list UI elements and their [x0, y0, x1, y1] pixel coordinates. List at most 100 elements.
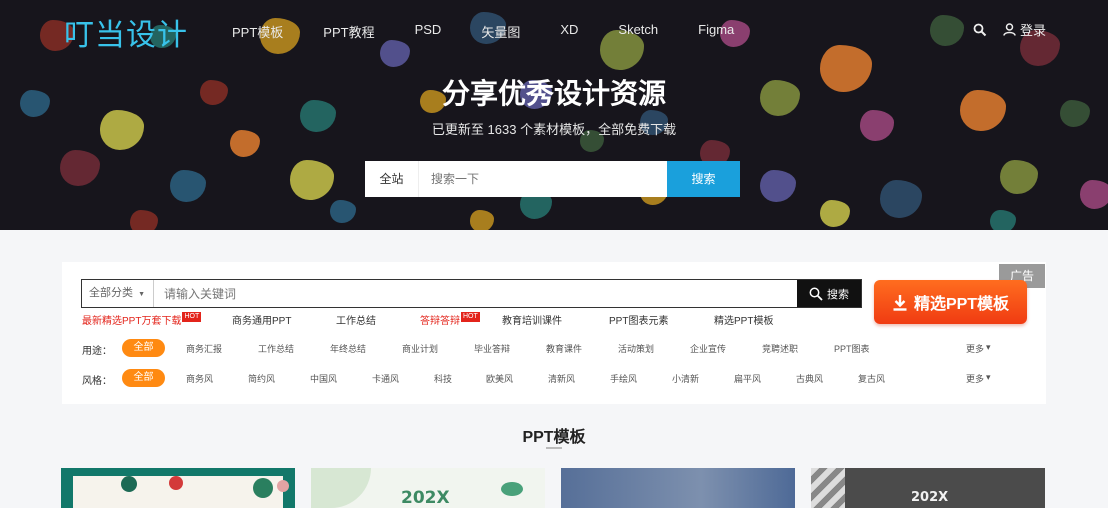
- hero-title: 分享优秀设计资源: [441, 77, 666, 110]
- user-icon[interactable]: [1003, 23, 1016, 36]
- bird-decoration: [501, 482, 523, 496]
- flower-decoration: [277, 480, 289, 492]
- hero-banner: 叮当设计 PPT模板 PPT教程 PSD 矢量图 XD Sketch Figma…: [0, 0, 1108, 230]
- filter-style-item[interactable]: 手绘风: [610, 372, 637, 385]
- section-divider: [546, 447, 562, 449]
- card-year-text: 202X: [401, 488, 450, 508]
- filter-style-item[interactable]: 中国风: [310, 372, 337, 385]
- hero-search-scope[interactable]: 全站: [365, 161, 419, 197]
- filter-label-style: 风格：: [82, 376, 112, 387]
- chevron-down-icon: ▾: [986, 372, 991, 382]
- section-title: PPT模板: [522, 429, 586, 446]
- card-year-text: 202X: [911, 490, 949, 505]
- nav-link-psd[interactable]: PSD: [415, 22, 442, 41]
- polygon-decoration: [170, 170, 206, 203]
- filter-use-more[interactable]: 更多: [966, 342, 984, 355]
- nav-link-ppt-templates[interactable]: PPT模板: [232, 22, 283, 41]
- nav-link-sketch[interactable]: Sketch: [618, 22, 658, 41]
- hot-badge: HOT: [461, 312, 480, 322]
- template-card-green-2020[interactable]: 202X: [311, 468, 545, 508]
- search-icon: [809, 287, 823, 301]
- login-link[interactable]: 登录: [1020, 20, 1046, 39]
- filter-use-item[interactable]: 工作总结: [258, 342, 294, 355]
- filter-style-more[interactable]: 更多: [966, 372, 984, 385]
- top-navigation: 叮当设计 PPT模板 PPT教程 PSD 矢量图 XD Sketch Figma…: [0, 0, 1108, 60]
- polygon-decoration: [1080, 180, 1108, 209]
- hero-search-input[interactable]: [419, 161, 667, 197]
- featured-ppt-button[interactable]: 精选PPT模板: [874, 280, 1027, 324]
- hot-link-featured[interactable]: 精选PPT模板: [714, 312, 773, 327]
- filter-style-item[interactable]: 商务风: [186, 372, 213, 385]
- polygon-decoration: [330, 200, 356, 224]
- nav-link-vector[interactable]: 矢量图: [481, 22, 520, 41]
- hot-link-summary[interactable]: 工作总结: [336, 312, 376, 327]
- hot-link-defense[interactable]: 答辩答辩 HOT: [420, 312, 480, 327]
- filter-use-item[interactable]: 企业宣传: [690, 342, 726, 355]
- triangle-pattern: [811, 468, 845, 508]
- nav-link-ppt-tutorials[interactable]: PPT教程: [323, 22, 374, 41]
- polygon-decoration: [130, 210, 158, 230]
- polygon-decoration: [1000, 160, 1038, 195]
- filter-style-item[interactable]: 古典风: [796, 372, 823, 385]
- hot-link-latest[interactable]: 最新精选PPT万套下载 HOT: [82, 312, 202, 327]
- polygon-decoration: [290, 160, 334, 200]
- leaf-decoration: [121, 476, 137, 492]
- polygon-decoration: [470, 210, 494, 230]
- keyword-search-label: 搜索: [827, 288, 849, 301]
- filter-use-item[interactable]: 商业计划: [402, 342, 438, 355]
- hero-subtitle: 已更新至 1633 个素材模板，全部免费下载: [431, 122, 677, 137]
- main-search-bar: 全部分类 ▼ 搜索: [81, 279, 862, 308]
- filter-use-item[interactable]: 商务汇报: [186, 342, 222, 355]
- download-icon: [892, 294, 908, 311]
- filter-style-all[interactable]: 全部: [122, 369, 165, 387]
- hero-search-button[interactable]: 搜索: [667, 161, 740, 197]
- template-card-geometric-2020[interactable]: 202X: [811, 468, 1045, 508]
- filter-style-item[interactable]: 清新风: [548, 372, 575, 385]
- filter-style-item[interactable]: 复古风: [858, 372, 885, 385]
- featured-ppt-label: 精选PPT模板: [913, 296, 1010, 313]
- filter-label-use: 用途：: [82, 346, 112, 357]
- nav-link-xd[interactable]: XD: [560, 22, 578, 41]
- hot-link-education[interactable]: 教育培训课件: [502, 312, 562, 327]
- filter-style-item[interactable]: 卡通风: [372, 372, 399, 385]
- filter-use-item[interactable]: 活动策划: [618, 342, 654, 355]
- category-select[interactable]: 全部分类 ▼: [82, 280, 154, 307]
- nav-actions: 登录: [973, 20, 1046, 39]
- filter-style-item[interactable]: 简约风: [248, 372, 275, 385]
- leaf-decoration: [253, 478, 273, 498]
- hot-link-business[interactable]: 商务通用PPT: [232, 312, 291, 327]
- filter-use-item[interactable]: 毕业答辩: [474, 342, 510, 355]
- polygon-decoration: [760, 170, 796, 203]
- hot-badge: HOT: [182, 312, 202, 322]
- card-thumbnail: [561, 468, 795, 508]
- hot-link-label: 最新精选PPT万套下载: [82, 316, 182, 327]
- chevron-down-icon: ▾: [986, 342, 991, 352]
- hot-link-charts[interactable]: PPT图表元素: [609, 312, 668, 327]
- search-icon[interactable]: [973, 23, 987, 37]
- keyword-search-button[interactable]: 搜索: [797, 280, 861, 307]
- site-logo[interactable]: 叮当设计: [64, 10, 188, 54]
- template-card-floral[interactable]: [61, 468, 295, 508]
- filter-style-item[interactable]: 科技: [434, 372, 452, 385]
- flower-decoration: [169, 476, 183, 490]
- hero-search-bar: 全站 搜索: [365, 161, 740, 197]
- template-card-blue-business[interactable]: [561, 468, 795, 508]
- hot-link-label: 答辩答辩: [420, 316, 460, 327]
- filter-style-item[interactable]: 欧美风: [486, 372, 513, 385]
- filter-style-item[interactable]: 扁平风: [734, 372, 761, 385]
- keyword-input[interactable]: [154, 280, 797, 307]
- polygon-decoration: [820, 200, 850, 227]
- polygon-decoration: [880, 180, 922, 218]
- leaf-decoration: [311, 468, 371, 508]
- filter-use-item[interactable]: PPT图表: [834, 342, 870, 355]
- filter-use-item[interactable]: 教育课件: [546, 342, 582, 355]
- polygon-decoration: [990, 210, 1016, 230]
- filter-use-item[interactable]: 年终总结: [330, 342, 366, 355]
- filter-style-item[interactable]: 小清新: [672, 372, 699, 385]
- nav-link-figma[interactable]: Figma: [698, 22, 734, 41]
- polygon-decoration: [60, 150, 100, 186]
- category-select-label: 全部分类: [89, 287, 133, 299]
- chevron-down-icon: ▼: [138, 291, 145, 298]
- filter-use-all[interactable]: 全部: [122, 339, 165, 357]
- filter-use-item[interactable]: 竞聘述职: [762, 342, 798, 355]
